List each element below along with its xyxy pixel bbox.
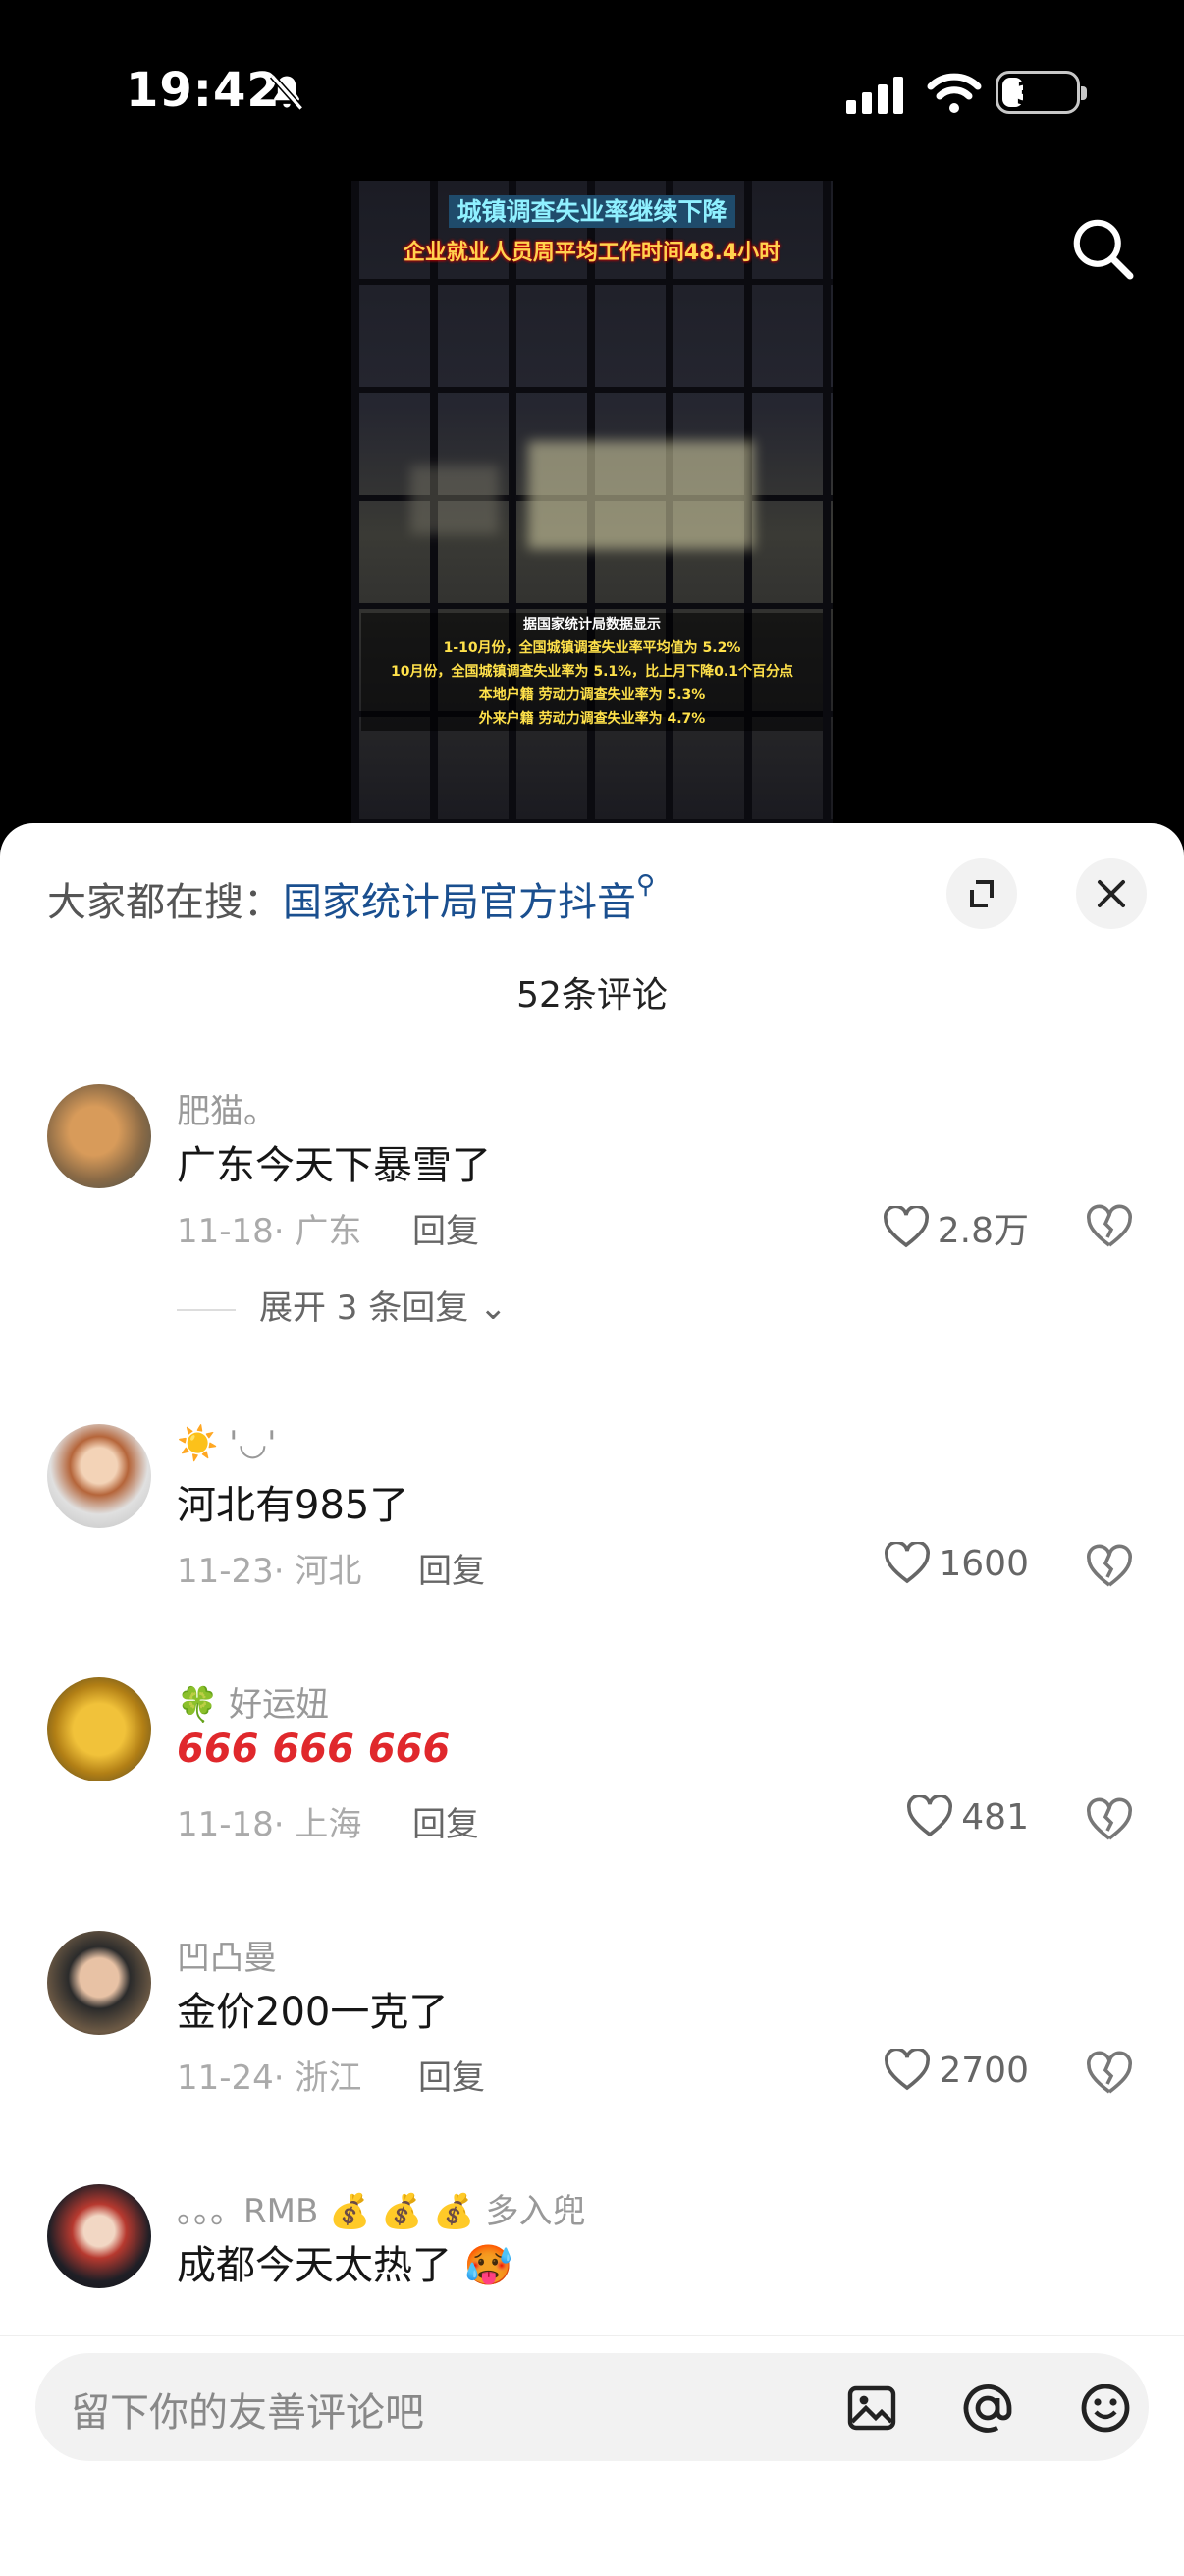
close-button[interactable] [1076,858,1147,929]
video-stat-line: 1-10月份，全国城镇调查失业率平均值为 5.2% [443,640,741,656]
battery-icon: 30 [996,71,1087,114]
expand-icon [970,880,994,907]
reply-button[interactable]: 回复 [418,1544,485,1592]
like-button[interactable]: 2.8万 [883,1202,1029,1253]
heart-icon [907,1795,953,1837]
chevron-down-icon: ⌄ [468,1288,508,1328]
video-stat-line: 本地户籍 劳动力调查失业率为 5.3% [478,687,706,703]
comment-text: 666 666 666 [177,1726,451,1772]
expand-button[interactable] [946,858,1017,929]
wifi-icon [927,73,982,113]
comment-sheet: 大家都在搜：国家统计局官方抖音⚲ 52条评论 肥猫。 广东今天下暴雪了 11-1… [0,823,1184,2576]
small-search-icon: ⚲ [636,870,656,900]
cellular-signal-icon [846,77,903,114]
hot-search-keyword[interactable]: 国家统计局官方抖音 [283,880,636,925]
heart-icon [885,1542,931,1584]
search-icon[interactable] [1068,214,1137,283]
comment-input[interactable]: 留下你的友善评论吧 [35,2353,1149,2461]
like-button[interactable]: 1600 [884,1542,1029,1585]
comment-username[interactable]: 肥猫。 [177,1084,277,1132]
avatar[interactable] [47,1084,151,1188]
comment-username[interactable]: 🍀 好运妞 [177,1677,329,1726]
at-mention-icon[interactable] [960,2381,1015,2436]
comment-count: 52条评论 [516,975,668,1015]
bell-muted-icon [269,74,304,111]
comment-text: 金价200一克了 [177,1990,449,2035]
broken-heart-icon[interactable] [1086,1797,1133,1844]
avatar[interactable] [47,1931,151,2035]
reply-button[interactable]: 回复 [412,1204,479,1252]
comment-text: 河北有985了 [177,1483,409,1528]
like-button[interactable]: 2700 [884,2049,1029,2092]
close-icon [1098,880,1125,907]
heart-icon [885,2049,931,2091]
status-bar: 19:42 30 [0,0,1184,177]
hot-search[interactable]: 大家都在搜：国家统计局官方抖音⚲ [47,870,655,927]
broken-heart-icon[interactable] [1086,1204,1133,1251]
broken-heart-icon[interactable] [1086,1544,1133,1591]
comment-meta: 11-18· 广东 [177,1212,362,1251]
avatar[interactable] [47,1424,151,1528]
comment-meta: 11-24· 浙江 [177,2058,362,2098]
video-stat-line: 外来户籍 劳动力调查失业率为 4.7% [478,711,706,727]
avatar[interactable] [47,1677,151,1781]
like-count: 2700 [939,2050,1029,2091]
comment-username[interactable]: ☀️ '◡' [177,1424,277,1463]
reply-button[interactable]: 回复 [412,1797,479,1845]
expand-replies-button[interactable]: 展开 3 条回复 ⌄ [177,1281,508,1329]
image-icon[interactable] [844,2381,899,2436]
comment-username[interactable]: 。。。RMB 💰 💰 💰 多入兜 [177,2184,586,2232]
like-button[interactable]: 481 [906,1795,1029,1838]
comment-input-placeholder: 留下你的友善评论吧 [71,2390,424,2436]
like-count: 1600 [939,1543,1029,1584]
comment-text: 成都今天太热了 🥵 [177,2243,513,2288]
hot-search-prefix: 大家都在搜： [47,880,283,925]
emoji-icon[interactable] [1078,2381,1133,2436]
video-stats-box: 据国家统计局数据显示 1-10月份，全国城镇调查失业率平均值为 5.2% 10月… [361,613,823,731]
comment-username[interactable]: 凹凸曼 [177,1931,277,1979]
like-count: 481 [961,1796,1029,1837]
heart-icon [883,1206,929,1248]
broken-heart-icon[interactable] [1086,2051,1133,2098]
video-title: 城镇调查失业率继续下降 [449,195,735,228]
video-subtitle: 企业就业人员周平均工作时间48.4小时 [403,241,781,265]
reply-button[interactable]: 回复 [418,2051,485,2099]
battery-level: 30 [1015,75,1060,112]
status-time: 19:42 [126,63,281,118]
avatar[interactable] [47,2184,151,2288]
comment-text: 广东今天下暴雪了 [177,1143,491,1188]
like-count: 2.8万 [937,1211,1029,1251]
video-stat-line: 据国家统计局数据显示 [523,617,661,632]
video-player[interactable]: 城镇调查失业率继续下降 企业就业人员周平均工作时间48.4小时 据国家统计局数据… [351,181,833,825]
video-stat-line: 10月份，全国城镇调查失业率为 5.1%，比上月下降0.1个百分点 [391,664,793,680]
comment-meta: 11-23· 河北 [177,1552,362,1591]
comment-meta: 11-18· 上海 [177,1805,362,1844]
expand-replies-label: 展开 3 条回复 [259,1288,469,1328]
